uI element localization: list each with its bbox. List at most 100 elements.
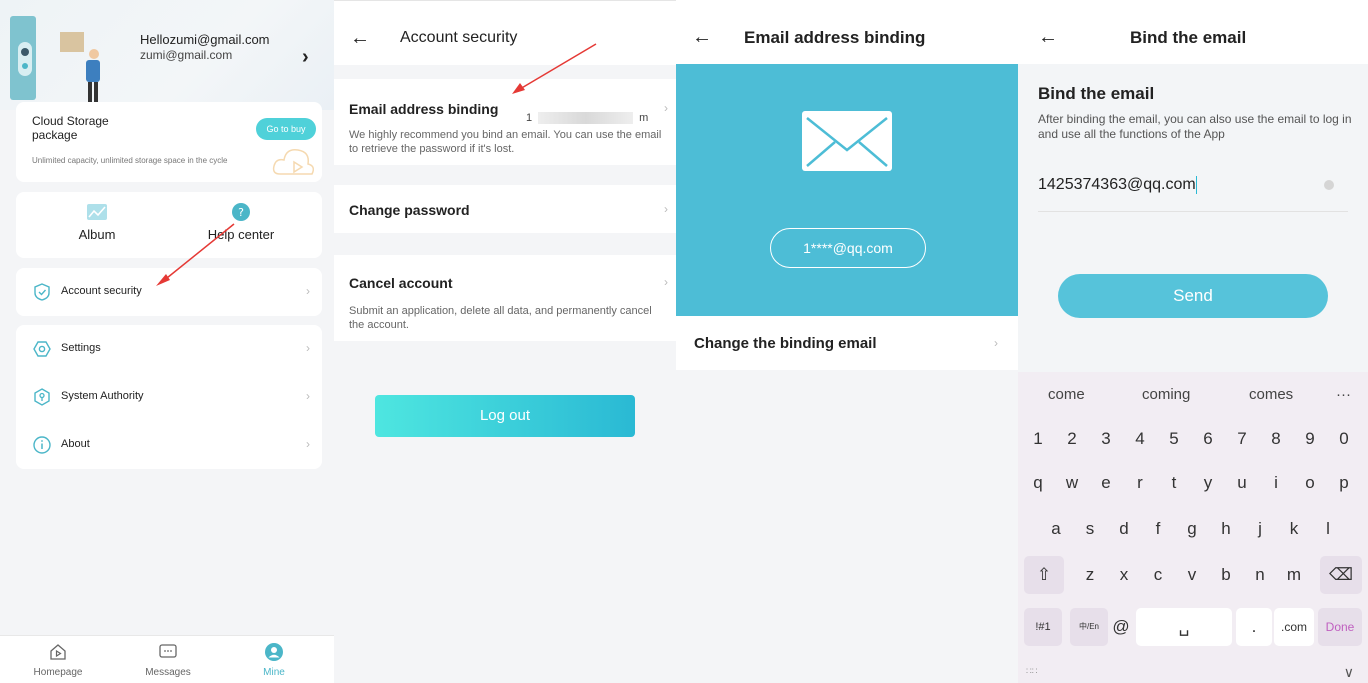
at-key[interactable]: @ xyxy=(1108,608,1134,646)
key[interactable]: e xyxy=(1090,464,1122,502)
key[interactable]: x xyxy=(1108,556,1140,594)
email-value-end: m xyxy=(639,112,649,124)
clear-icon[interactable] xyxy=(1324,180,1334,190)
key[interactable]: q xyxy=(1022,464,1054,502)
back-arrow-icon[interactable]: ← xyxy=(1038,26,1058,49)
key[interactable]: l xyxy=(1312,510,1344,548)
key[interactable]: o xyxy=(1294,464,1326,502)
key[interactable]: c xyxy=(1142,556,1174,594)
key[interactable]: i xyxy=(1260,464,1292,502)
soft-keyboard: come coming comes ··· 1 2 3 4 5 6 7 8 9 … xyxy=(1018,372,1368,683)
cloud-storage-desc: Unlimited capacity, unlimited storage sp… xyxy=(32,156,228,165)
key[interactable]: j xyxy=(1244,510,1276,548)
keyboard-grid-icon[interactable]: ∷∷ xyxy=(1026,666,1037,677)
key[interactable]: t xyxy=(1158,464,1190,502)
form-heading: Bind the email xyxy=(1038,84,1155,103)
key[interactable]: 8 xyxy=(1260,420,1292,458)
back-arrow-icon[interactable]: ← xyxy=(692,26,712,49)
chevron-right-icon: › xyxy=(664,202,668,216)
key[interactable]: 2 xyxy=(1056,420,1088,458)
page-title: Bind the email xyxy=(1130,28,1247,47)
back-arrow-icon[interactable]: ← xyxy=(350,27,370,50)
go-to-buy-button[interactable]: Go to buy xyxy=(256,118,316,140)
form-description: After binding the email, you can also us… xyxy=(1038,112,1352,141)
key[interactable]: 7 xyxy=(1226,420,1258,458)
key[interactable]: z xyxy=(1074,556,1106,594)
key[interactable]: d xyxy=(1108,510,1140,548)
email-binding-title: Email address binding xyxy=(349,101,499,117)
menu-item-about[interactable]: About › xyxy=(16,421,322,469)
chevron-right-icon: › xyxy=(306,341,310,355)
chevron-right-icon[interactable]: › xyxy=(302,46,309,69)
change-binding-email-row[interactable]: Change the binding email › xyxy=(676,316,1018,370)
key[interactable]: m xyxy=(1278,556,1310,594)
key[interactable]: 0 xyxy=(1328,420,1360,458)
send-button[interactable]: Send xyxy=(1058,274,1328,318)
period-key[interactable]: . xyxy=(1236,608,1272,646)
chevron-right-icon: › xyxy=(306,389,310,403)
chevron-right-icon: › xyxy=(664,101,668,115)
key[interactable]: n xyxy=(1244,556,1276,594)
language-key[interactable]: 中/En xyxy=(1070,608,1108,646)
more-suggestions-icon[interactable]: ··· xyxy=(1336,386,1351,403)
key[interactable]: 4 xyxy=(1124,420,1156,458)
key[interactable]: r xyxy=(1124,464,1156,502)
user-icon xyxy=(265,643,283,661)
dotcom-key[interactable]: .com xyxy=(1274,608,1314,646)
key[interactable]: w xyxy=(1056,464,1088,502)
album-label: Album xyxy=(78,227,116,242)
key[interactable]: 3 xyxy=(1090,420,1122,458)
cloud-storage-card[interactable]: Cloud Storage package Unlimited capacity… xyxy=(16,102,322,182)
key[interactable]: 9 xyxy=(1294,420,1326,458)
keyboard-hide-icon[interactable]: ∨ xyxy=(1344,664,1354,681)
doorbell-illustration xyxy=(10,16,100,102)
key[interactable]: 6 xyxy=(1192,420,1224,458)
home-icon xyxy=(50,644,66,660)
suggestion-come[interactable]: come xyxy=(1048,386,1085,403)
key[interactable]: v xyxy=(1176,556,1208,594)
key[interactable]: 1 xyxy=(1022,420,1054,458)
symbols-key[interactable]: !#1 xyxy=(1024,608,1062,646)
tab-messages[interactable]: Messages xyxy=(128,642,208,680)
email-binding-screen: ← Email address binding 1****@qq.com Cha… xyxy=(676,0,1018,683)
menu-label: System Authority xyxy=(61,390,144,402)
key[interactable]: s xyxy=(1074,510,1106,548)
email-binding-desc: We highly recommend you bind an email. Y… xyxy=(349,129,662,155)
key[interactable]: p xyxy=(1328,464,1360,502)
tab-homepage[interactable]: Homepage xyxy=(18,642,98,680)
help-icon: ? xyxy=(232,203,250,221)
bind-email-form: Bind the email After binding the email, … xyxy=(1018,64,1368,372)
top-bar: ← Bind the email xyxy=(1018,0,1368,64)
done-key[interactable]: Done xyxy=(1318,608,1362,646)
chevron-right-icon: › xyxy=(306,437,310,451)
email-binding-row[interactable]: Email address binding 1m › We highly rec… xyxy=(334,79,676,165)
space-key[interactable]: ␣ xyxy=(1136,608,1232,646)
bottom-tab-bar: Homepage Messages Mine xyxy=(0,635,334,683)
key[interactable]: f xyxy=(1142,510,1174,548)
top-bar: ← Account security xyxy=(334,1,676,65)
change-password-title: Change password xyxy=(349,202,470,218)
key[interactable]: b xyxy=(1210,556,1242,594)
tab-mine[interactable]: Mine xyxy=(234,642,314,680)
cancel-account-row[interactable]: Cancel account › Submit an application, … xyxy=(334,255,676,341)
bound-email-value: 1m xyxy=(526,112,651,125)
change-password-row[interactable]: Change password › xyxy=(334,185,676,233)
key[interactable]: a xyxy=(1040,510,1072,548)
suggestion-coming[interactable]: coming xyxy=(1142,386,1190,403)
key[interactable]: h xyxy=(1210,510,1242,548)
key[interactable]: k xyxy=(1278,510,1310,548)
email-input[interactable]: 1425374363@qq.com xyxy=(1038,172,1348,212)
key[interactable]: y xyxy=(1192,464,1224,502)
profile-header[interactable]: Hellozumi@gmail.com zumi@gmail.com › xyxy=(0,0,334,110)
backspace-key[interactable]: ⌫ xyxy=(1320,556,1362,594)
svg-text:?: ? xyxy=(238,206,244,219)
menu-item-system-authority[interactable]: System Authority › xyxy=(16,373,322,421)
menu-item-settings[interactable]: Settings › xyxy=(16,325,322,373)
suggestion-comes[interactable]: comes xyxy=(1249,386,1293,403)
shift-key[interactable]: ⇧ xyxy=(1024,556,1064,594)
key[interactable]: 5 xyxy=(1158,420,1190,458)
key[interactable]: u xyxy=(1226,464,1258,502)
email-banner: 1****@qq.com xyxy=(676,64,1018,316)
key[interactable]: g xyxy=(1176,510,1208,548)
logout-button[interactable]: Log out xyxy=(375,395,635,437)
